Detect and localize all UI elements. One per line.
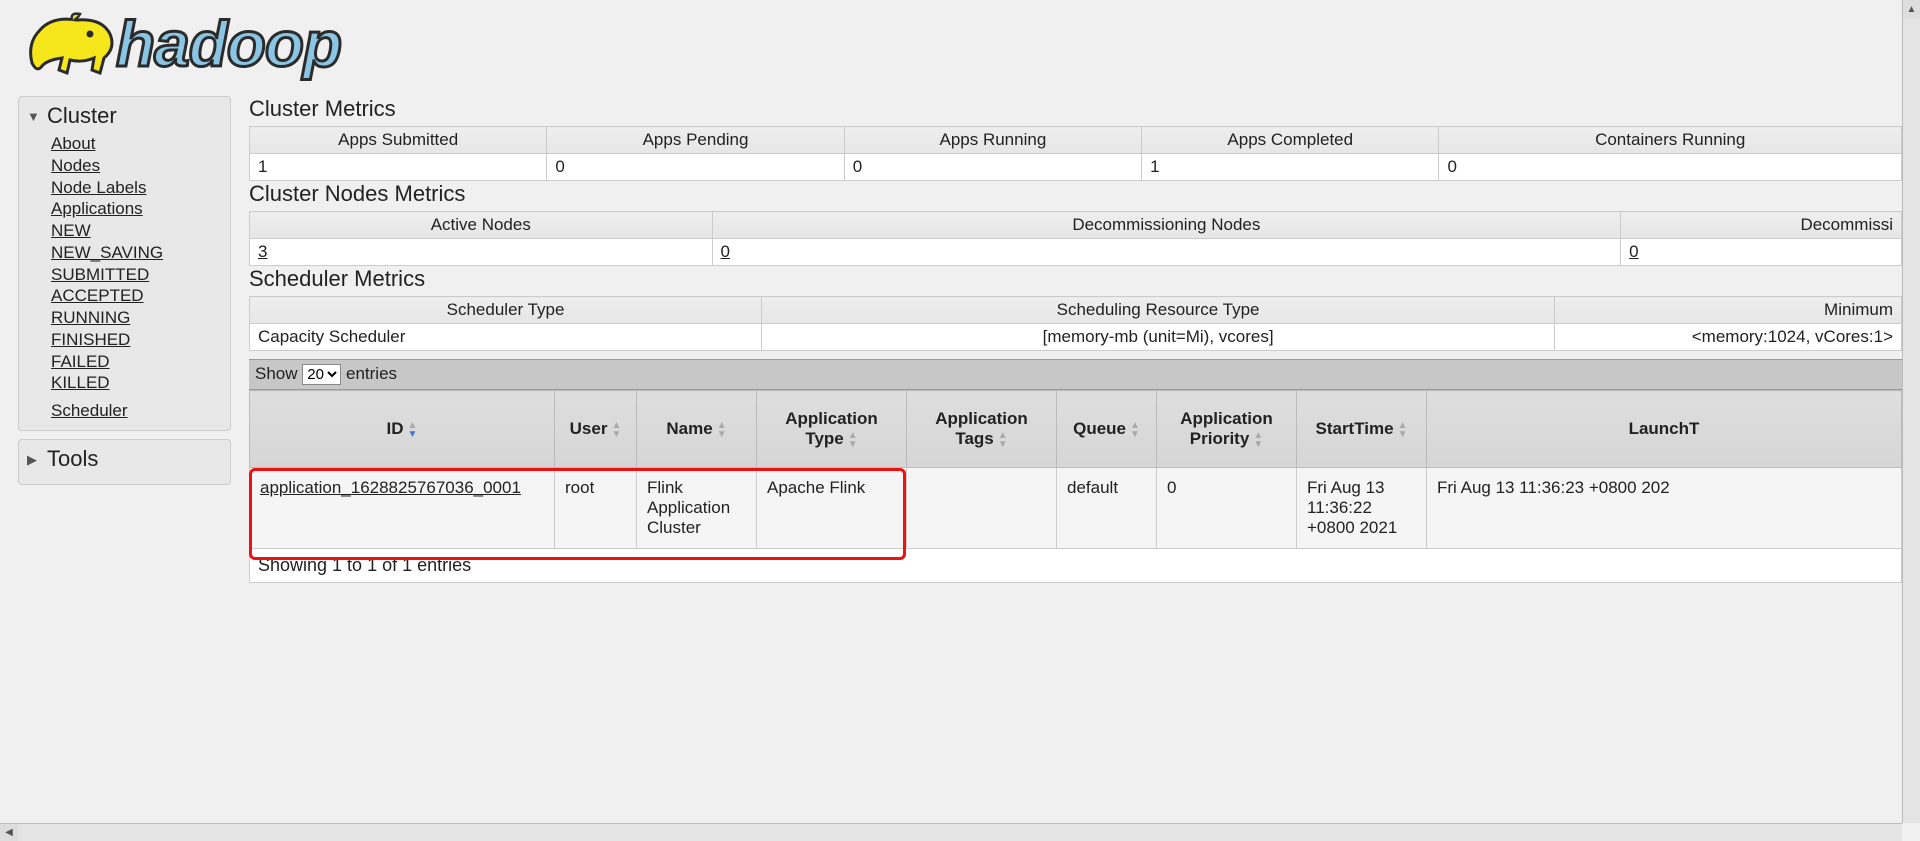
sort-icon: ▲▼: [717, 421, 727, 439]
vertical-scrollbar[interactable]: ▲: [1902, 0, 1920, 823]
application-id-link[interactable]: application_1628825767036_0001: [260, 478, 521, 497]
caret-down-icon: ▼: [27, 109, 40, 124]
cell-priority: 0: [1157, 468, 1297, 549]
col-containers-running: Containers Running: [1439, 127, 1902, 154]
col-id[interactable]: ID▲▼: [250, 391, 555, 468]
cell-user: root: [555, 468, 637, 549]
sidebar-item-finished[interactable]: FINISHED: [51, 330, 130, 349]
nav-cluster-header[interactable]: ▼ Cluster: [19, 101, 230, 133]
cluster-nodes-metrics-table: Active Nodes Decommissioning Nodes Decom…: [249, 211, 1902, 266]
col-minimum: Minimum: [1555, 297, 1902, 324]
sort-icon: ▲▼: [1398, 421, 1408, 439]
col-launchtime[interactable]: LaunchT: [1427, 391, 1902, 468]
col-active-nodes: Active Nodes: [250, 212, 713, 239]
scroll-up-icon[interactable]: ▲: [1903, 0, 1920, 18]
cell-app-type: Apache Flink: [757, 468, 907, 549]
sidebar-item-node-labels[interactable]: Node Labels: [51, 178, 146, 197]
val-containers-running: 0: [1439, 154, 1902, 181]
scroll-left-icon[interactable]: ◀: [0, 824, 18, 841]
sidebar-item-accepted[interactable]: ACCEPTED: [51, 286, 144, 305]
val-apps-completed: 1: [1142, 154, 1439, 181]
sort-icon: ▲▼: [611, 421, 621, 439]
sidebar-item-submitted[interactable]: SUBMITTED: [51, 265, 149, 284]
show-label: Show: [255, 364, 298, 383]
logo-text: hadoop: [116, 12, 341, 76]
nav-cluster: ▼ Cluster About Nodes Node Labels Applic…: [18, 96, 231, 431]
col-apps-submitted: Apps Submitted: [250, 127, 547, 154]
nav-tools-header[interactable]: ▶ Tools: [19, 444, 230, 476]
col-scheduler-type: Scheduler Type: [250, 297, 762, 324]
cell-starttime: Fri Aug 13 11:36:22 +0800 2021: [1297, 468, 1427, 549]
sort-icon: ▲▼: [848, 431, 858, 449]
sort-icon: ▲▼: [1253, 431, 1263, 449]
sidebar: ▼ Cluster About Nodes Node Labels Applic…: [18, 96, 231, 583]
sidebar-item-new-saving[interactable]: NEW_SAVING: [51, 243, 163, 262]
sort-icon: ▲▼: [408, 421, 418, 439]
main-content: Cluster Metrics Apps Submitted Apps Pend…: [249, 96, 1902, 583]
val-decommissioning-nodes: 0: [712, 239, 1621, 266]
scheduler-metrics-table: Scheduler Type Scheduling Resource Type …: [249, 296, 1902, 351]
col-decommissioned: Decommissi: [1621, 212, 1902, 239]
cluster-metrics-title: Cluster Metrics: [249, 96, 1902, 122]
col-apps-running: Apps Running: [844, 127, 1141, 154]
cell-name: Flink Application Cluster: [637, 468, 757, 549]
link-decommissioning-nodes[interactable]: 0: [721, 242, 730, 261]
nav-cluster-title: Cluster: [47, 103, 117, 128]
elephant-icon: [22, 8, 122, 80]
nav-tools: ▶ Tools: [18, 439, 231, 485]
table-row: application_1628825767036_0001 root Flin…: [250, 468, 1902, 549]
cell-id: application_1628825767036_0001: [250, 468, 555, 549]
nav-tools-title: Tools: [47, 446, 98, 471]
val-apps-submitted: 1: [250, 154, 547, 181]
sort-icon: ▲▼: [1130, 421, 1140, 439]
sidebar-item-applications[interactable]: Applications: [51, 199, 143, 218]
scheduler-metrics-title: Scheduler Metrics: [249, 266, 1902, 292]
cell-queue: default: [1057, 468, 1157, 549]
cell-app-tags: [907, 468, 1057, 549]
col-user[interactable]: User▲▼: [555, 391, 637, 468]
col-application-tags[interactable]: Application Tags▲▼: [907, 391, 1057, 468]
val-minimum: <memory:1024, vCores:1>: [1555, 324, 1902, 351]
val-active-nodes: 3: [250, 239, 713, 266]
entries-info: Showing 1 to 1 of 1 entries: [249, 549, 1902, 583]
col-apps-pending: Apps Pending: [547, 127, 844, 154]
sidebar-item-failed[interactable]: FAILED: [51, 352, 110, 371]
col-starttime[interactable]: StartTime▲▼: [1297, 391, 1427, 468]
sort-icon: ▲▼: [998, 431, 1008, 449]
col-application-priority[interactable]: Application Priority▲▼: [1157, 391, 1297, 468]
sidebar-item-nodes[interactable]: Nodes: [51, 156, 100, 175]
link-active-nodes[interactable]: 3: [258, 242, 267, 261]
cluster-metrics-table: Apps Submitted Apps Pending Apps Running…: [249, 126, 1902, 181]
horizontal-scrollbar[interactable]: ◀: [0, 823, 1902, 841]
sidebar-item-running[interactable]: RUNNING: [51, 308, 130, 327]
entries-label: entries: [346, 364, 397, 383]
hadoop-logo: hadoop: [22, 8, 1902, 80]
val-apps-running: 0: [844, 154, 1141, 181]
val-decommissioned: 0: [1621, 239, 1902, 266]
val-scheduling-resource-type: [memory-mb (unit=Mi), vcores]: [762, 324, 1555, 351]
col-application-type[interactable]: Application Type▲▼: [757, 391, 907, 468]
applications-table: ID▲▼ User▲▼ Name▲▼ Application Type▲▼ Ap…: [249, 390, 1902, 549]
show-entries-bar: Show 20 entries: [249, 359, 1902, 390]
cluster-nodes-metrics-title: Cluster Nodes Metrics: [249, 181, 1902, 207]
col-scheduling-resource-type: Scheduling Resource Type: [762, 297, 1555, 324]
sidebar-item-new[interactable]: NEW: [51, 221, 91, 240]
sidebar-item-scheduler[interactable]: Scheduler: [51, 401, 128, 420]
val-scheduler-type: Capacity Scheduler: [250, 324, 762, 351]
cell-launchtime: Fri Aug 13 11:36:23 +0800 202: [1427, 468, 1902, 549]
col-decommissioning-nodes: Decommissioning Nodes: [712, 212, 1621, 239]
col-apps-completed: Apps Completed: [1142, 127, 1439, 154]
caret-right-icon: ▶: [27, 452, 37, 468]
col-queue[interactable]: Queue▲▼: [1057, 391, 1157, 468]
col-name[interactable]: Name▲▼: [637, 391, 757, 468]
sidebar-item-killed[interactable]: KILLED: [51, 373, 110, 392]
page-size-select[interactable]: 20: [302, 364, 341, 385]
link-decommissioned[interactable]: 0: [1629, 242, 1638, 261]
sidebar-item-about[interactable]: About: [51, 134, 95, 153]
val-apps-pending: 0: [547, 154, 844, 181]
